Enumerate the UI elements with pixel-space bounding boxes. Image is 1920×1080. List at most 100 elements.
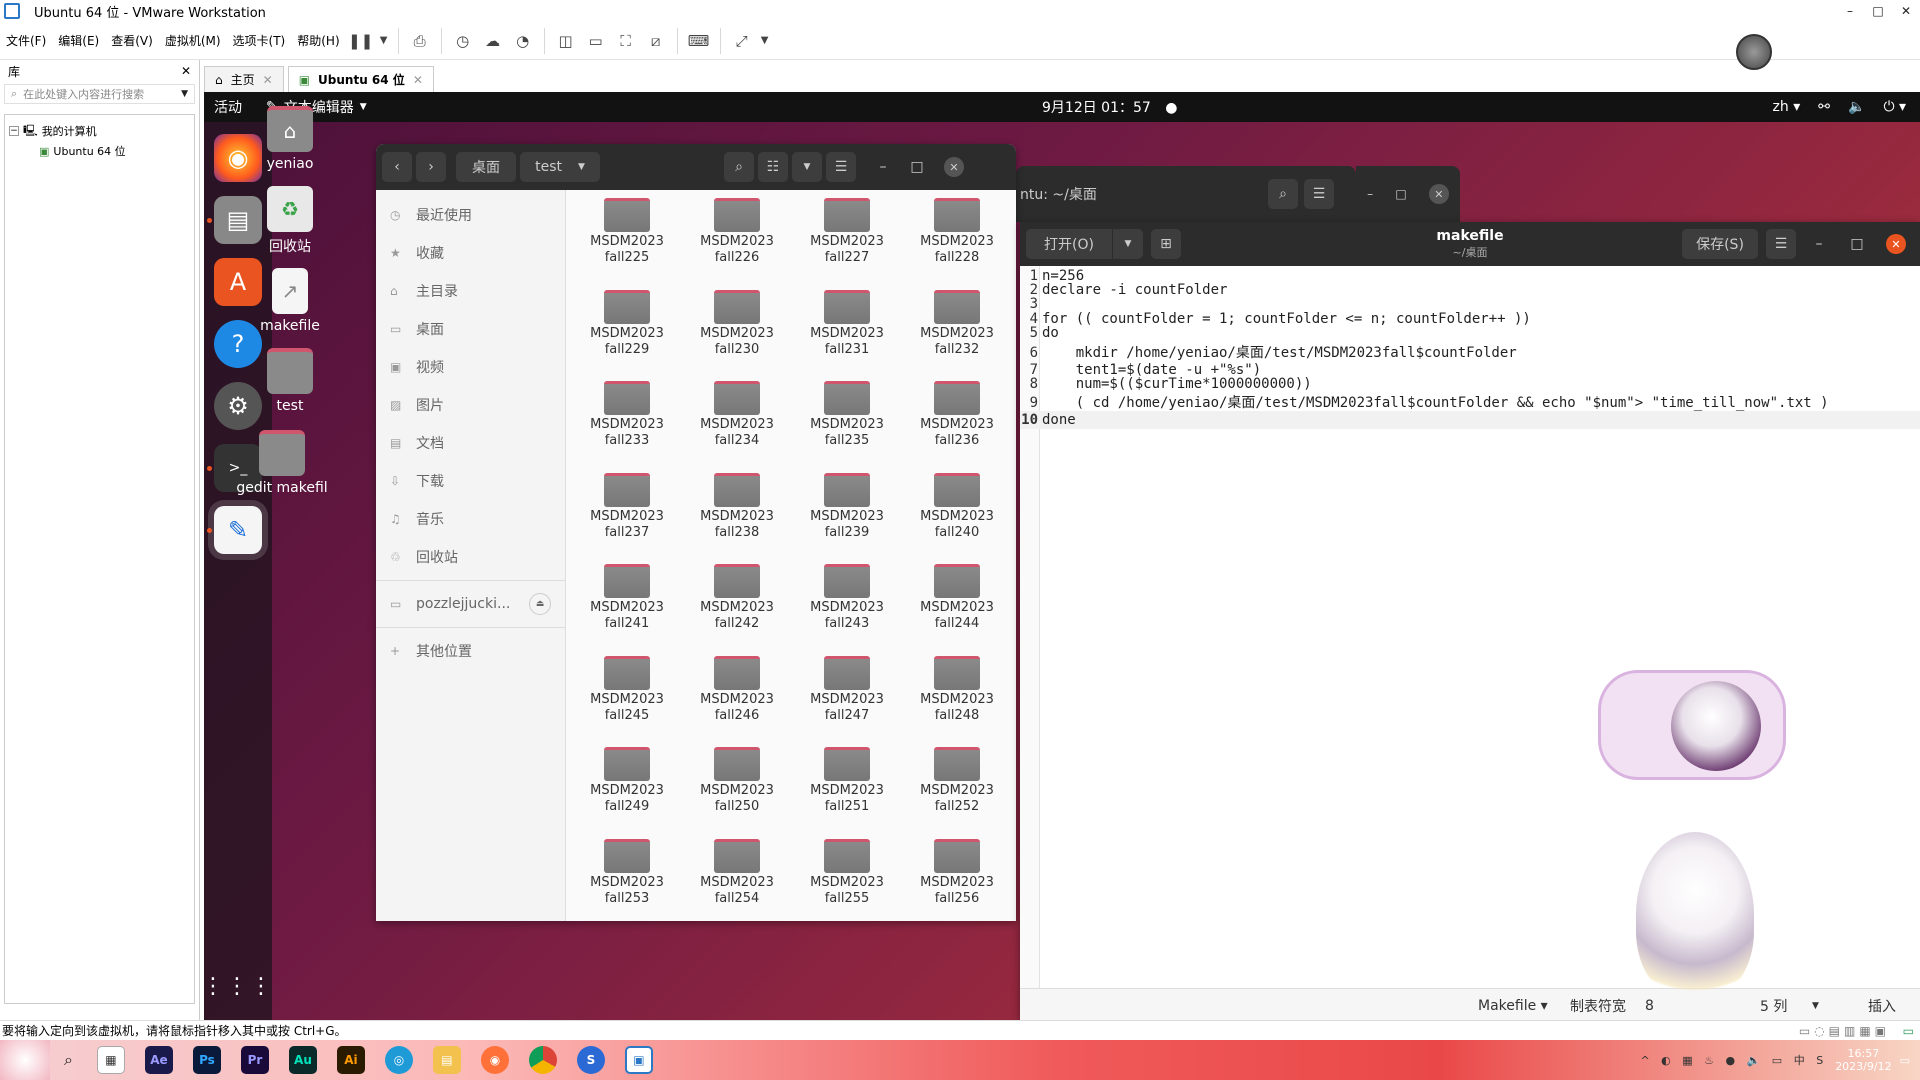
- tree-item-my-computer[interactable]: − 🖳 我的计算机: [9, 121, 190, 141]
- search-icon[interactable]: ⌕: [64, 1050, 73, 1070]
- language-selector[interactable]: Makefile ▾: [1478, 998, 1548, 1014]
- desktop-icon-home[interactable]: ⌂ yeniao: [248, 106, 332, 172]
- sidebar-item[interactable]: ♫ 音乐: [376, 500, 565, 538]
- minimize-button[interactable]: –: [868, 152, 898, 182]
- folder-item[interactable]: MSDM2023 fall233: [572, 373, 682, 465]
- search-icon[interactable]: ⌕: [724, 152, 754, 182]
- tab-width-label[interactable]: 制表符宽: [1570, 996, 1626, 1016]
- sidebar-item-other-locations[interactable]: + 其他位置: [376, 632, 565, 670]
- dropdown-icon[interactable]: ▼: [377, 27, 391, 55]
- text-editor-icon[interactable]: ✎: [214, 506, 262, 554]
- avatar[interactable]: [1736, 34, 1772, 70]
- device-icons[interactable]: ▭◌▤▥▦▣: [1799, 1024, 1890, 1038]
- sidebar-item[interactable]: ▭ 桌面: [376, 310, 565, 348]
- vmware-icon[interactable]: ▣: [624, 1046, 653, 1074]
- folder-item[interactable]: MSDM2023 fall241: [572, 556, 682, 648]
- tree-item-ubuntu[interactable]: ▣ Ubuntu 64 位: [9, 141, 190, 161]
- illustrator-icon[interactable]: Ai: [336, 1046, 365, 1074]
- photoshop-icon[interactable]: Ps: [192, 1046, 221, 1074]
- file-explorer-icon[interactable]: ▤: [432, 1046, 461, 1074]
- view-options-icon[interactable]: ▼: [792, 152, 822, 182]
- chrome-icon[interactable]: [528, 1046, 557, 1074]
- edge-dev-icon[interactable]: S: [576, 1046, 605, 1074]
- stretch-icon[interactable]: ⤢: [728, 27, 756, 55]
- sidebar-item[interactable]: ⇩ 下载: [376, 462, 565, 500]
- folder-item[interactable]: MSDM2023 fall243: [792, 556, 902, 648]
- collapse-icon[interactable]: −: [9, 126, 19, 136]
- premiere-icon[interactable]: Pr: [240, 1046, 269, 1074]
- notification-icon[interactable]: ▭: [1900, 1054, 1910, 1067]
- start-button[interactable]: [0, 1040, 50, 1080]
- cursor-position[interactable]: 5 列: [1760, 996, 1787, 1016]
- folder-item[interactable]: MSDM2023 fall235: [792, 373, 902, 465]
- activities-button[interactable]: 活动: [214, 97, 242, 117]
- folder-item[interactable]: MSDM2023 fall228: [902, 190, 1012, 282]
- sidebar-item[interactable]: ◷ 最近使用: [376, 196, 565, 234]
- folder-item[interactable]: MSDM2023 fall239: [792, 465, 902, 557]
- back-button[interactable]: ‹: [382, 152, 412, 182]
- folder-item[interactable]: MSDM2023 fall252: [902, 739, 1012, 831]
- folder-item[interactable]: MSDM2023 fall227: [792, 190, 902, 282]
- list-view-icon[interactable]: ☷: [758, 152, 788, 182]
- folder-item[interactable]: MSDM2023 fall238: [682, 465, 792, 557]
- dropdown-icon[interactable]: ▼: [758, 27, 772, 55]
- gedit-window[interactable]: 打开(O) ▼ ⊞ makefile ~/桌面 保存(S) ☰ – □ ✕ 1n…: [1020, 222, 1920, 1020]
- desktop-icon-makefile[interactable]: ↗ makefile: [248, 268, 332, 334]
- power-icon[interactable]: ⏻ ▾: [1883, 99, 1906, 115]
- folder-item[interactable]: MSDM2023 fall237: [572, 465, 682, 557]
- close-icon[interactable]: ✕: [181, 64, 191, 78]
- close-button[interactable]: ✕: [1892, 0, 1920, 22]
- snapshot-icon[interactable]: ◷: [449, 27, 477, 55]
- folder-item[interactable]: MSDM2023 fall240: [902, 465, 1012, 557]
- insert-mode[interactable]: 插入: [1868, 996, 1896, 1016]
- after-effects-icon[interactable]: Ae: [144, 1046, 173, 1074]
- chevron-down-icon[interactable]: ▼: [181, 89, 188, 99]
- volume-icon[interactable]: 🔈: [1848, 99, 1865, 115]
- snapshot-manager-icon[interactable]: ◔: [509, 27, 537, 55]
- menu-icon[interactable]: ☰: [826, 152, 856, 182]
- sidebar-item[interactable]: ▣ 视频: [376, 348, 565, 386]
- minimize-button[interactable]: –: [1804, 229, 1834, 259]
- menu-icon[interactable]: ☰: [1304, 179, 1334, 209]
- menu-tabs[interactable]: 选项卡(T): [227, 32, 292, 49]
- revert-snapshot-icon[interactable]: ☁: [479, 27, 507, 55]
- tab-home[interactable]: ⌂ 主页 ✕: [204, 66, 284, 92]
- folder-item[interactable]: MSDM2023 fall255: [792, 831, 902, 922]
- folder-item[interactable]: MSDM2023 fall249: [572, 739, 682, 831]
- console-icon[interactable]: ⌨: [685, 27, 713, 55]
- menu-vm[interactable]: 虚拟机(M): [159, 32, 227, 49]
- close-icon[interactable]: ✕: [413, 73, 423, 87]
- folder-item[interactable]: MSDM2023 fall246: [682, 648, 792, 740]
- folder-item[interactable]: MSDM2023 fall229: [572, 282, 682, 374]
- minimize-button[interactable]: –: [1367, 187, 1373, 201]
- search-icon[interactable]: ⌕: [1268, 179, 1298, 209]
- open-button[interactable]: 打开(O): [1026, 229, 1112, 259]
- folder-item[interactable]: MSDM2023 fall234: [682, 373, 792, 465]
- clock[interactable]: 9月12日 01：57 ●: [1042, 97, 1177, 117]
- fullscreen-icon[interactable]: ⛶: [612, 27, 640, 55]
- folder-item[interactable]: MSDM2023 fall226: [682, 190, 792, 282]
- folder-item[interactable]: MSDM2023 fall245: [572, 648, 682, 740]
- sidebar-item[interactable]: ▤ 文档: [376, 424, 565, 462]
- folder-item[interactable]: MSDM2023 fall251: [792, 739, 902, 831]
- network-icon[interactable]: ⚯: [1818, 99, 1830, 115]
- folder-item[interactable]: MSDM2023 fall244: [902, 556, 1012, 648]
- pause-icon[interactable]: ❚❚: [347, 27, 375, 55]
- files-window[interactable]: ‹ › 桌面 test ▼ ⌕ ☷ ▼ ☰ – □ ✕ ◷ 最近使用 ★ 收藏 ⌂ 主目录…: [376, 144, 1016, 921]
- tab-ubuntu[interactable]: ▣ Ubuntu 64 位 ✕: [287, 66, 434, 92]
- tray-icons[interactable]: ^ ◐ ▦ ♨ ● 🔈 ▭ 中 S: [1640, 1052, 1827, 1068]
- path-segment-test[interactable]: test ▼: [520, 152, 600, 182]
- terminal-window[interactable]: ntu: ~/桌面 ⌕ ☰: [1016, 166, 1356, 222]
- maximize-button[interactable]: □: [1395, 187, 1406, 201]
- close-button[interactable]: ✕: [1886, 234, 1906, 254]
- unity-icon[interactable]: ⧄: [642, 27, 670, 55]
- path-segment-desktop[interactable]: 桌面: [456, 152, 516, 182]
- library-search-input[interactable]: ⌕ 在此处键入内容进行搜索 ▼: [4, 84, 195, 104]
- sidebar-item[interactable]: ★ 收藏: [376, 234, 565, 272]
- show-apps-icon[interactable]: ⋮⋮⋮: [204, 962, 272, 1010]
- sidebar-item[interactable]: ▨ 图片: [376, 386, 565, 424]
- audition-icon[interactable]: Au: [288, 1046, 317, 1074]
- forward-button[interactable]: ›: [416, 152, 446, 182]
- code-editor[interactable]: 1 n=256 2 declare -i countFolder 3 4 for (( co…: [1020, 266, 1920, 988]
- maximize-button[interactable]: □: [1864, 0, 1892, 22]
